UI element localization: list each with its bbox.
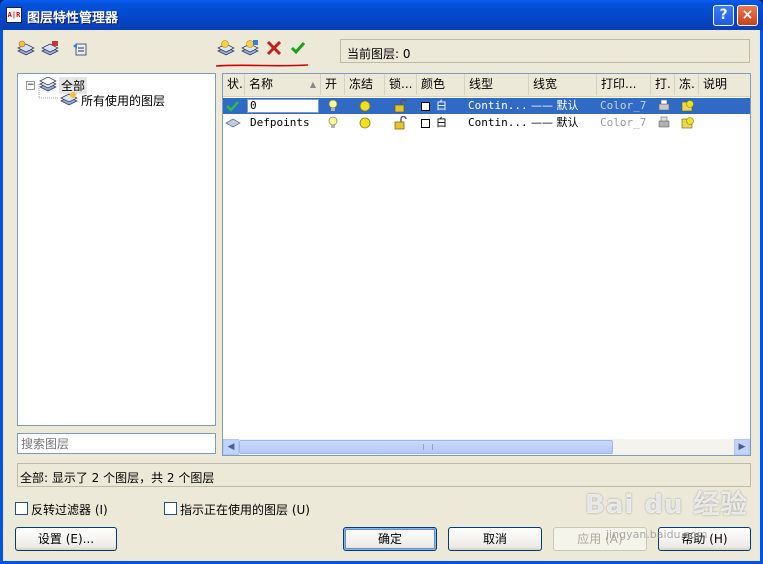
layer-row-0[interactable]: 0 白 Contin... —— 默认 Color_7 (223, 98, 750, 114)
tree-collapse-toggle[interactable]: − (26, 81, 35, 90)
red-underline-annotation (215, 64, 309, 67)
col-color[interactable]: 颜色 (417, 74, 465, 95)
window-title: 图层特性管理器 (27, 11, 119, 26)
layer-properties-dialog: A|R 图层特性管理器 ? × 当前图层: 0 − 全部 所有使用的图层 搜索图… (0, 0, 763, 564)
new-property-filter-icon[interactable] (17, 40, 35, 58)
layer-unlock-icon[interactable] (393, 116, 407, 130)
sort-ascending-icon: ▲ (309, 80, 316, 89)
layer-plot-style: Color_7 (600, 116, 647, 129)
col-name-label: 名称 (249, 77, 274, 91)
search-layer-box[interactable] (17, 433, 216, 454)
title-close-button[interactable]: × (737, 5, 758, 26)
new-layer-icon[interactable] (217, 39, 235, 57)
layer-row-defpoints[interactable]: Defpoints 白 Contin... —— 默认 Color_7 (223, 115, 750, 131)
scroll-thumb[interactable] (239, 440, 613, 454)
col-plot-style[interactable]: 打印... (597, 74, 651, 95)
tree-item-used-layers[interactable]: 所有使用的图层 (81, 92, 165, 109)
layer-color-swatch[interactable] (421, 119, 430, 128)
new-group-filter-icon[interactable] (41, 40, 59, 58)
baidu-watermark: Bai du 经验 (585, 490, 748, 520)
layer-vp-freeze-icon[interactable] (681, 116, 695, 130)
layer-color-swatch[interactable] (421, 102, 430, 111)
col-description[interactable]: 说明 (699, 74, 750, 95)
layer-thaw-sun-icon[interactable] (358, 116, 372, 130)
layer-status-icon (225, 118, 241, 128)
invert-filter-label[interactable]: 反转过滤器 (I) (31, 501, 108, 518)
layer-noplot-printer-icon[interactable] (657, 116, 671, 130)
col-status[interactable]: 状. (223, 74, 245, 95)
layer-lineweight[interactable]: —— 默认 (531, 115, 579, 131)
layer-on-bulb-icon[interactable] (327, 99, 339, 113)
settings-button[interactable]: 设置 (E)... (15, 527, 117, 551)
layer-plot-style: Color_7 (600, 99, 647, 112)
title-help-button[interactable]: ? (713, 5, 734, 26)
set-current-icon[interactable] (289, 39, 307, 57)
layer-name-edit[interactable]: 0 (247, 99, 319, 113)
layer-thaw-sun-icon[interactable] (358, 99, 372, 113)
col-vp-freeze[interactable]: 冻. (675, 74, 699, 95)
layer-list-panel[interactable]: 状. 名称 ▲ 开 冻结 锁... 颜色 线型 线宽 打印... 打. 冻. 说… (222, 73, 751, 456)
col-lock[interactable]: 锁... (385, 74, 417, 95)
layer-linetype[interactable]: Contin... (468, 98, 528, 114)
layer-linetype[interactable]: Contin... (468, 115, 528, 131)
layer-name[interactable]: Defpoints (250, 115, 310, 131)
layer-plot-printer-icon[interactable] (657, 99, 671, 113)
horizontal-scrollbar[interactable]: ◀ ▶ (223, 439, 750, 455)
scroll-left-arrow-icon[interactable]: ◀ (223, 439, 239, 455)
autocad-app-icon: A|R (6, 7, 22, 23)
cancel-button[interactable]: 取消 (448, 527, 542, 551)
layer-vp-freeze-icon[interactable] (681, 99, 695, 113)
current-layer-check-icon (226, 101, 239, 112)
layer-color-name[interactable]: 白 (436, 115, 447, 131)
show-used-layers-checkbox[interactable] (164, 502, 177, 515)
scroll-right-arrow-icon[interactable]: ▶ (734, 439, 750, 455)
current-layer-label: 当前图层: 0 (347, 47, 411, 61)
delete-layer-icon[interactable] (265, 39, 283, 57)
col-plot[interactable]: 打. (651, 74, 675, 95)
invert-filter-checkbox[interactable] (15, 502, 28, 515)
title-bar[interactable]: A|R 图层特性管理器 ? × (0, 0, 763, 30)
baidu-watermark-url: jingyan.baidu.com (606, 528, 708, 541)
col-on[interactable]: 开 (321, 74, 345, 95)
layer-lineweight[interactable]: —— 默认 (531, 98, 579, 114)
col-linetype[interactable]: 线型 (465, 74, 529, 95)
col-name[interactable]: 名称 ▲ (245, 74, 321, 95)
show-used-layers-label[interactable]: 指示正在使用的图层 (U) (180, 501, 310, 518)
layer-states-manager-icon[interactable] (71, 40, 89, 58)
col-freeze[interactable]: 冻结 (345, 74, 385, 95)
ok-button[interactable]: 确定 (343, 527, 437, 551)
search-layer-input[interactable] (18, 434, 214, 454)
status-text: 全部: 显示了 2 个图层，共 2 个图层 (20, 471, 215, 485)
used-layers-filter-icon (60, 92, 78, 106)
filter-tree-panel[interactable]: − 全部 所有使用的图层 (17, 73, 216, 426)
layer-on-bulb-icon[interactable] (327, 116, 339, 130)
new-layer-frozen-icon[interactable] (241, 39, 259, 57)
column-header-row: 状. 名称 ▲ 开 冻结 锁... 颜色 线型 线宽 打印... 打. 冻. 说… (223, 74, 750, 97)
current-layer-display: 当前图层: 0 (340, 39, 750, 63)
scroll-grip-icon (423, 444, 433, 450)
col-lineweight[interactable]: 线宽 (529, 74, 597, 95)
layer-unlock-icon[interactable] (393, 99, 407, 113)
tree-connector-line (38, 84, 58, 99)
layer-color-name[interactable]: 白 (436, 98, 447, 114)
